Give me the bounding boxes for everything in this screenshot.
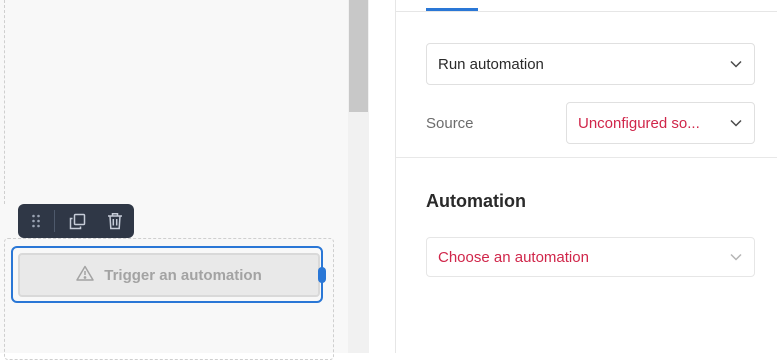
automation-section-title: Automation (426, 191, 526, 211)
trigger-automation-button[interactable]: Trigger an automation (18, 253, 320, 297)
chevron-down-icon (718, 253, 754, 261)
automation-select[interactable]: Choose an automation (426, 237, 755, 277)
trigger-button-label: Trigger an automation (104, 266, 262, 284)
automation-select-placeholder: Choose an automation (438, 248, 589, 266)
builder-canvas: Trigger an automation (0, 0, 348, 360)
section-divider (396, 157, 777, 158)
warning-icon (76, 265, 94, 285)
scrollbar-thumb[interactable] (349, 0, 368, 112)
action-type-value: Run automation (438, 55, 544, 73)
active-tab-indicator[interactable] (426, 8, 478, 11)
resize-handle[interactable] (318, 267, 326, 283)
chevron-down-icon (718, 60, 754, 68)
drag-handle-icon[interactable] (18, 204, 54, 238)
component-outline (4, 0, 5, 204)
panel-tabs (396, 0, 777, 12)
source-select[interactable]: Unconfigured so... (566, 102, 755, 144)
action-type-select[interactable]: Run automation (426, 43, 755, 85)
canvas-scrollbar[interactable] (348, 0, 369, 353)
settings-panel: Run automation Source Unconfigured so...… (395, 0, 777, 353)
source-label: Source (426, 115, 474, 132)
component-toolbar (18, 204, 134, 238)
chevron-down-icon (718, 119, 754, 127)
selected-component[interactable]: Trigger an automation (11, 246, 326, 303)
duplicate-icon[interactable] (55, 204, 99, 238)
trash-icon[interactable] (99, 204, 131, 238)
source-value: Unconfigured so... (578, 114, 700, 132)
